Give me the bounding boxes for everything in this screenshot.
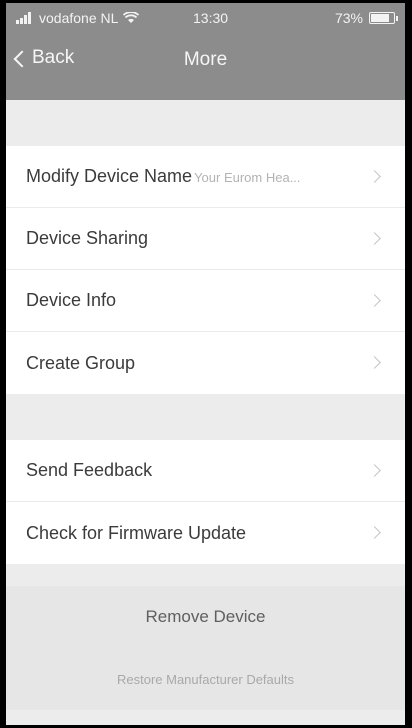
status-right: 73% xyxy=(334,10,398,26)
device-settings-group: Modify Device Name Your Eurom Hea... Dev… xyxy=(6,146,405,394)
support-group: Send Feedback Check for Firmware Update xyxy=(6,440,405,564)
settings-content: Modify Device Name Your Eurom Hea... Dev… xyxy=(6,100,405,710)
remove-device-button[interactable]: Remove Device xyxy=(6,586,405,648)
page-title: More xyxy=(183,49,228,70)
chevron-right-icon xyxy=(368,170,381,183)
status-bar: vodafone NL 13:30 73% xyxy=(6,3,405,33)
battery-fill xyxy=(371,14,389,22)
row-label: Device Info xyxy=(26,290,117,310)
row-label: Modify Device Name xyxy=(26,166,193,186)
device-sharing-row[interactable]: Device Sharing xyxy=(6,208,405,270)
firmware-update-row[interactable]: Check for Firmware Update xyxy=(6,502,405,564)
create-group-row[interactable]: Create Group xyxy=(6,332,405,394)
row-label: Device Sharing xyxy=(26,228,149,248)
carrier-name: vodafone NL xyxy=(39,10,119,26)
status-time: 13:30 xyxy=(193,10,229,26)
status-left: vodafone NL xyxy=(16,10,140,26)
chevron-right-icon xyxy=(368,526,381,539)
chevron-right-icon xyxy=(368,294,381,307)
chevron-right-icon xyxy=(368,356,381,369)
nav-bar: Back More xyxy=(6,41,405,81)
send-feedback-row[interactable]: Send Feedback xyxy=(6,440,405,502)
device-name-value: Your Eurom Hea... xyxy=(194,170,301,185)
chevron-right-icon xyxy=(368,232,381,245)
signal-icon xyxy=(16,12,34,24)
restore-defaults-button[interactable]: Restore Manufacturer Defaults xyxy=(6,648,405,710)
battery-percent: 73% xyxy=(334,10,363,26)
phone-screen: vodafone NL 13:30 73% Back More Modify D… xyxy=(3,0,408,728)
device-actions: Remove Device Restore Manufacturer Defau… xyxy=(6,586,405,710)
battery-tip xyxy=(396,16,398,21)
header: vodafone NL 13:30 73% Back More xyxy=(6,3,405,100)
row-label: Create Group xyxy=(26,352,136,373)
modify-device-name-row[interactable]: Modify Device Name Your Eurom Hea... xyxy=(6,146,405,208)
chevron-right-icon xyxy=(368,464,381,477)
battery-icon xyxy=(369,12,398,24)
wifi-icon xyxy=(123,12,140,23)
device-info-row[interactable]: Device Info xyxy=(6,270,405,332)
row-label: Check for Firmware Update xyxy=(26,522,247,543)
row-label: Send Feedback xyxy=(26,460,153,480)
